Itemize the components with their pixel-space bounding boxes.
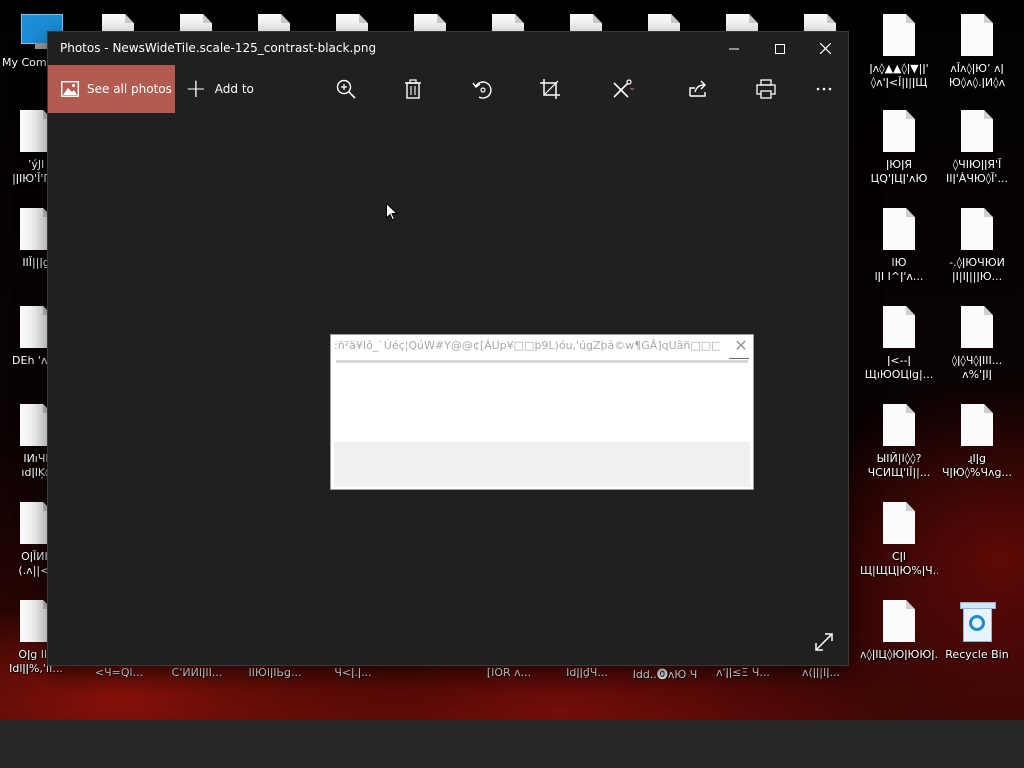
desktop-icon-label: <Ч=Ql... — [94, 666, 144, 679]
desktop-icon-label: IIЮlǀIЬg... — [248, 666, 302, 679]
desktop-icon-file[interactable]: Сǀl Щ|ЩЦǀЮ%ǀЧ... — [860, 502, 938, 598]
desktop-icon-label: lЮ lǀI Ι^ǀ'ʌ... — [874, 256, 924, 283]
desktop-icon-recycle-bin[interactable]: Recycle Bin — [938, 602, 1016, 698]
desktop-icon-label: Іdd..⓿ʌЮ Ч — [632, 668, 698, 681]
file-icon — [883, 110, 915, 152]
file-icon — [883, 600, 915, 642]
desktop-icon-label: ʌǏʌ◊ǀЮʼ ʌǀ Ю◊ʌ◊.ǀИ◊ʌ — [948, 62, 1006, 89]
desktop-icon-file[interactable]: ɻIǀg ЧǀЮ◊%Чʌg... — [938, 404, 1016, 500]
share-icon — [689, 80, 706, 97]
print-icon — [756, 79, 776, 99]
add-to-label: Add to — [214, 82, 254, 96]
desktop-icon-label: ЫΙЙ|I◊◊? ЧСИЩ'lǏ||... — [867, 452, 931, 479]
edit-and-create-button[interactable]: ⌄ — [602, 65, 642, 113]
file-icon — [961, 14, 993, 56]
expand-icon — [815, 633, 833, 651]
file-icon — [883, 502, 915, 544]
crop-button[interactable] — [530, 65, 570, 113]
file-icon — [883, 208, 915, 250]
desktop-icon-label: ǀЮǀЯ ЦQ'ǀЦǀ'ʌЮ — [870, 158, 928, 185]
desktop-icon-label: ◊ЧIЮǀǀЯ'Ǐ IIǀ'ÀЧЮ◊Ǐ'... — [946, 158, 1008, 185]
desktop-icon-file[interactable]: ʌǏʌ◊ǀЮʼ ʌǀ Ю◊ʌ◊.ǀИ◊ʌ — [938, 14, 1016, 110]
file-icon — [883, 306, 915, 348]
taskbar — [0, 720, 1024, 768]
window-title: Photos - NewsWideTile.scale-125_contrast… — [60, 41, 377, 55]
desktop-icon-file[interactable]: ʌ◊ǀIЦ◊ЮǀЮЮǀ... — [860, 600, 938, 696]
file-icon — [883, 14, 915, 56]
desktop-icon-label: ʌ(ǀǀ|Ιǀ... — [802, 666, 840, 679]
full-screen-button[interactable] — [810, 628, 838, 656]
title-bar[interactable]: Photos - NewsWideTile.scale-125_contrast… — [48, 32, 848, 65]
desktop-icon-label: Recycle Bin — [945, 648, 1009, 661]
plus-icon: + — [185, 74, 207, 104]
minimize-icon — [729, 48, 739, 49]
desktop-icon-label: C'ИИIǀII... — [171, 666, 223, 679]
desktop-icon-file[interactable]: ǀ<--ǀ ЩıЮОЦlg|... — [860, 306, 938, 402]
close-icon — [819, 43, 831, 54]
desktop-icon-file[interactable]: ǀʌ◊▲▲◊ǀ▼|ǀ' ◊ʌ'ǀ<Ǐ|ǀ|ǀЩ — [860, 14, 938, 110]
file-icon — [883, 404, 915, 446]
desktop-icon-file[interactable]: ◊ǀ◊Ч◊ǀIII... ʌ%'ǀIǀ — [938, 306, 1016, 402]
dialog-footer — [334, 442, 750, 487]
zoom-in-icon — [336, 79, 356, 99]
maximize-button[interactable] — [757, 32, 803, 65]
add-to-button[interactable]: + Add to — [185, 65, 254, 113]
recycle-bin-icon — [960, 602, 996, 642]
chevron-down-icon: ⌄ — [628, 82, 637, 93]
desktop-icon-label: ǀ<--ǀ ЩıЮОЦlg|... — [864, 354, 934, 381]
progress-bar — [336, 360, 748, 363]
file-icon — [961, 208, 993, 250]
more-options-button[interactable] — [804, 65, 844, 113]
desktop-icon-label: ʌ◊ǀIЦ◊ЮǀЮЮǀ... — [860, 648, 938, 661]
desktop-icon-label: [ΙОR ʌ... — [486, 666, 532, 679]
desktop-icon-label: Іdǀǀ₫Ч... — [566, 666, 608, 679]
file-icon — [961, 306, 993, 348]
desktop-icon-label: Ч<ǀ.ǀ... — [334, 666, 372, 679]
toolbar: See all photos + Add to ⌄ — [48, 65, 848, 113]
photo-icon — [61, 81, 79, 97]
rotate-icon — [472, 81, 492, 99]
desktop-icon-file[interactable]: ◊ЧIЮǀǀЯ'Ǐ IIǀ'ÀЧЮ◊Ǐ'... — [938, 110, 1016, 206]
share-button[interactable] — [678, 65, 718, 113]
photo-content-dialog: :ñ²ä¥Iô_`Úéç¦QúW#Y@@¢[ÁUp¥□□þ9L)óu,'úgZþ… — [330, 334, 754, 490]
dialog-title: :ñ²ä¥Iô_`Úéç¦QúW#Y@@¢[ÁUp¥□□þ9L)óu,'úgZþ… — [334, 339, 720, 352]
zoom-in-button[interactable] — [326, 65, 366, 113]
desktop-icon-label: ǀʌ◊▲▲◊ǀ▼|ǀ' ◊ʌ'ǀ<Ǐ|ǀ|ǀЩ — [869, 62, 929, 89]
file-icon — [961, 110, 993, 152]
close-button[interactable] — [802, 32, 848, 65]
rotate-button[interactable] — [462, 65, 502, 113]
file-icon — [961, 404, 993, 446]
desktop-icon-label: ʌ'ǀǀ≤Ξ Ч... — [716, 666, 770, 679]
desktop-icon-label: -.◊ǀЮЧЮИ |Ι|Iǀ||ǀЮ... — [949, 256, 1005, 283]
desktop-icon-label: ◊ǀ◊Ч◊ǀIII... ʌ%'ǀIǀ — [951, 354, 1003, 381]
minimize-button[interactable] — [711, 32, 757, 65]
desktop-icon-file[interactable]: ЫΙЙ|I◊◊? ЧСИЩ'lǏ||... — [860, 404, 938, 500]
print-button[interactable] — [746, 65, 786, 113]
desktop-icon-file[interactable]: lЮ lǀI Ι^ǀ'ʌ... — [860, 208, 938, 304]
desktop-icon-file[interactable]: ǀЮǀЯ ЦQ'ǀЦǀ'ʌЮ — [860, 110, 938, 206]
see-all-photos-button[interactable]: See all photos — [48, 65, 175, 113]
desktop-icon-label: Сǀl Щ|ЩЦǀЮ%ǀЧ... — [860, 550, 938, 577]
crop-icon — [540, 79, 560, 99]
desktop-icon-file[interactable]: -.◊ǀЮЧЮИ |Ι|Iǀ||ǀЮ... — [938, 208, 1016, 304]
mouse-cursor-icon — [386, 203, 398, 221]
desktop-icon-label: ɻIǀg ЧǀЮ◊%Чʌg... — [941, 452, 1013, 479]
trash-icon — [405, 79, 421, 99]
more-icon — [816, 87, 832, 91]
delete-button[interactable] — [393, 65, 433, 113]
maximize-icon — [775, 43, 785, 54]
see-all-photos-label: See all photos — [87, 82, 172, 96]
close-icon: ✕ — [734, 336, 748, 355]
divider — [729, 358, 749, 359]
